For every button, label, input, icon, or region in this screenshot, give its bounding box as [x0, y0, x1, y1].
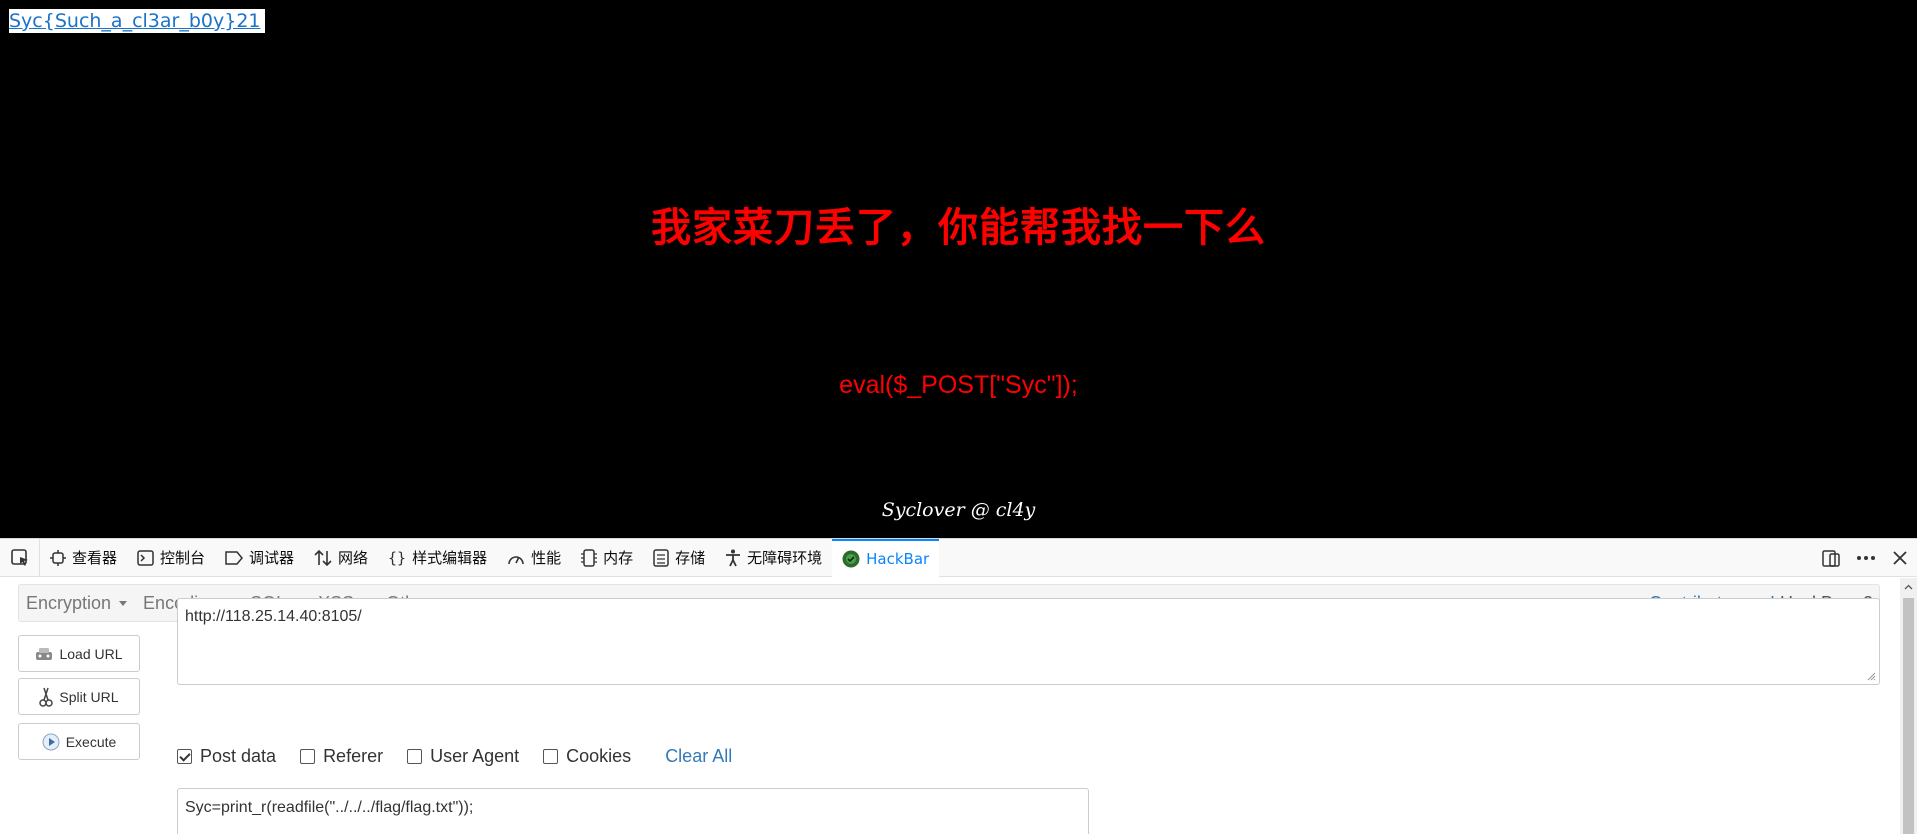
chevron-down-icon	[119, 600, 128, 606]
tab-accessibility[interactable]: 无障碍环境	[715, 539, 832, 577]
resize-grip-icon[interactable]	[1866, 671, 1876, 681]
memory-icon	[581, 548, 598, 567]
style-editor-icon: {}	[388, 549, 406, 567]
menu-encryption[interactable]: Encryption	[19, 593, 136, 614]
post-data-label: Post data	[200, 745, 277, 766]
tab-memory-label: 内存	[603, 549, 634, 567]
tab-debugger-label: 调试器	[249, 549, 295, 567]
accessibility-icon	[726, 549, 741, 566]
split-url-button[interactable]: Split URL	[18, 678, 140, 715]
devtools-toolbar: 查看器 控制台 调试器 网络 {} 样式编辑器 性能 内存 存储 无障碍环境 H…	[0, 538, 1917, 577]
element-picker-icon	[10, 548, 28, 566]
flag-link[interactable]: Syc{Such_a_cl3ar_b0y}21	[9, 9, 265, 33]
hackbar-icon	[842, 550, 860, 567]
page-viewport: Syc{Such_a_cl3ar_b0y}21 我家菜刀丢了，你能帮我找一下么 …	[0, 0, 1917, 538]
tab-performance-label: 性能	[531, 549, 562, 567]
post-data-checkbox[interactable]	[177, 748, 192, 764]
close-icon[interactable]	[1891, 549, 1909, 567]
chevron-up-icon	[1904, 584, 1913, 589]
network-icon	[314, 549, 332, 566]
dock-side-icon[interactable]	[1821, 548, 1841, 568]
panel-scrollbar[interactable]	[1900, 578, 1917, 834]
scroll-up-button[interactable]	[1900, 578, 1917, 595]
cookies-checkbox[interactable]	[543, 748, 559, 764]
element-picker-button[interactable]	[0, 538, 40, 577]
tab-performance[interactable]: 性能	[497, 539, 571, 577]
split-url-label: Split URL	[59, 688, 119, 705]
referer-checkbox[interactable]	[300, 748, 316, 764]
load-url-button[interactable]: Load URL	[18, 635, 140, 672]
tab-console-label: 控制台	[160, 549, 206, 567]
post-data-input[interactable]: Syc=print_r(readfile("../../../flag/flag…	[177, 788, 1089, 834]
tab-network[interactable]: 网络	[304, 539, 378, 577]
tab-network-label: 网络	[338, 549, 369, 567]
execute-button[interactable]: Execute	[18, 723, 140, 760]
performance-icon	[508, 555, 524, 564]
console-icon	[137, 549, 154, 566]
url-input[interactable]: http://118.25.14.40:8105/	[177, 598, 1880, 685]
tab-accessibility-label: 无障碍环境	[747, 549, 823, 567]
clear-all-link[interactable]: Clear All	[665, 746, 732, 767]
user-agent-option[interactable]: User Agent	[407, 746, 519, 767]
load-url-icon	[36, 647, 53, 660]
tab-debugger[interactable]: 调试器	[215, 539, 304, 577]
referer-label: Referer	[323, 745, 384, 766]
svg-text:{}: {}	[388, 549, 406, 567]
user-agent-checkbox[interactable]	[407, 748, 423, 764]
more-options-icon[interactable]	[1855, 548, 1877, 568]
tab-style-editor[interactable]: {} 样式编辑器	[378, 539, 497, 577]
tab-console[interactable]: 控制台	[127, 539, 215, 577]
signature-text: Syclover @ cl4y	[881, 499, 1036, 521]
request-options: Post data Referer User Agent Cookies Cle…	[177, 744, 732, 768]
scissors-icon	[39, 687, 54, 707]
load-url-label: Load URL	[59, 645, 123, 662]
tab-storage-label: 存储	[675, 549, 706, 567]
referer-option[interactable]: Referer	[300, 746, 383, 767]
scrollbar-thumb[interactable]	[1903, 598, 1914, 834]
execute-label: Execute	[65, 733, 117, 750]
post-data-value: Syc=print_r(readfile("../../../flag/flag…	[185, 799, 474, 816]
tab-inspector-label: 查看器	[72, 549, 118, 567]
code-text: eval($_POST["Syc"]);	[839, 371, 1078, 399]
page-heading: 我家菜刀丢了，你能帮我找一下么	[651, 205, 1266, 251]
cookies-option[interactable]: Cookies	[543, 746, 631, 767]
tab-style-editor-label: 样式编辑器	[412, 549, 488, 567]
user-agent-label: User Agent	[430, 745, 520, 766]
inspector-icon	[50, 549, 66, 566]
post-data-option[interactable]: Post data	[177, 746, 276, 767]
storage-icon	[653, 548, 669, 567]
devtools-window-controls	[1821, 539, 1917, 577]
tab-storage[interactable]: 存储	[643, 539, 715, 577]
tab-inspector[interactable]: 查看器	[40, 539, 127, 577]
debugger-icon	[225, 550, 244, 565]
url-value: http://118.25.14.40:8105/	[185, 608, 362, 625]
tab-hackbar-label: HackBar	[866, 549, 930, 568]
play-icon	[42, 733, 60, 750]
tab-hackbar[interactable]: HackBar	[832, 538, 940, 577]
tab-memory[interactable]: 内存	[571, 539, 643, 577]
cookies-label: Cookies	[566, 745, 632, 766]
menu-encryption-label: Encryption	[26, 592, 112, 613]
